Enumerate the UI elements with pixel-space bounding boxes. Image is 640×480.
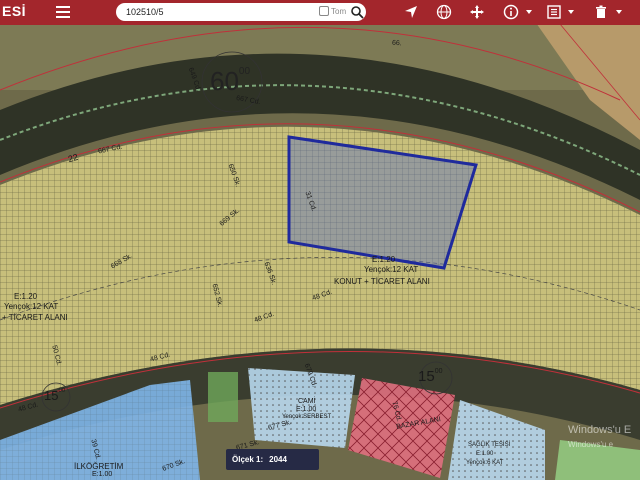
zone-type-right: KONUT + TİCARET ALANI bbox=[334, 277, 430, 286]
health-e: E:1.00 bbox=[476, 451, 494, 457]
scale-value: 2044 bbox=[269, 455, 287, 464]
zone-type-left: + TİCARET ALANI bbox=[2, 313, 68, 322]
windows-activation-watermark-1: Windows'u E bbox=[568, 424, 632, 436]
mosque-label: CAMİ bbox=[298, 398, 316, 405]
top-toolbar: ESİ Tom bbox=[0, 0, 640, 25]
zone-floor-left: Yençok:12 KAT bbox=[4, 302, 59, 311]
layers-icon[interactable] bbox=[546, 4, 564, 22]
move-icon[interactable] bbox=[469, 4, 487, 22]
zone-number-60: 6000 bbox=[210, 66, 251, 96]
health-floor: Yençok:6 KAT bbox=[466, 460, 504, 466]
zone-e-left: E:1.20 bbox=[14, 292, 38, 301]
school-label: İLKÖĞRETİM bbox=[74, 462, 124, 471]
health-label: SAĞLIK TESİSİ bbox=[468, 442, 511, 448]
layers-dropdown-caret[interactable] bbox=[568, 10, 574, 14]
all-checkbox-label: Tom bbox=[331, 6, 347, 16]
info-dropdown-caret[interactable] bbox=[526, 10, 532, 14]
info-icon[interactable] bbox=[503, 4, 521, 22]
scale-label: Ölçek 1: bbox=[232, 455, 264, 464]
school-e: E:1.00 bbox=[92, 471, 113, 478]
map-canvas[interactable] bbox=[0, 0, 640, 480]
menu-icon[interactable] bbox=[54, 3, 72, 21]
search-input[interactable] bbox=[126, 5, 316, 19]
globe-icon[interactable] bbox=[436, 4, 454, 22]
mosque-e: E:1.00 bbox=[296, 406, 317, 413]
search-box: Tom bbox=[116, 3, 366, 21]
search-icon[interactable] bbox=[350, 5, 364, 19]
zone-number-15-left: 1500 bbox=[44, 388, 66, 403]
windows-activation-watermark-2: Windows'u e bbox=[568, 440, 614, 449]
all-checkbox[interactable]: Tom bbox=[319, 6, 346, 16]
zone-number-15-right: 1500 bbox=[418, 368, 443, 385]
scale-indicator: Ölçek 1: 2044 bbox=[226, 449, 319, 470]
green-strip bbox=[208, 372, 238, 422]
street-66: 66. bbox=[391, 39, 403, 48]
mosque-floor: Yençok:SERBEST bbox=[282, 414, 332, 420]
trash-icon[interactable] bbox=[593, 4, 611, 22]
app-title: ESİ bbox=[2, 3, 27, 19]
trash-dropdown-caret[interactable] bbox=[616, 10, 622, 14]
location-arrow-icon[interactable] bbox=[403, 4, 421, 22]
zone-e-right: E:1.20 bbox=[372, 255, 396, 264]
zone-floor-right: Yençok:12 KAT bbox=[364, 265, 419, 274]
